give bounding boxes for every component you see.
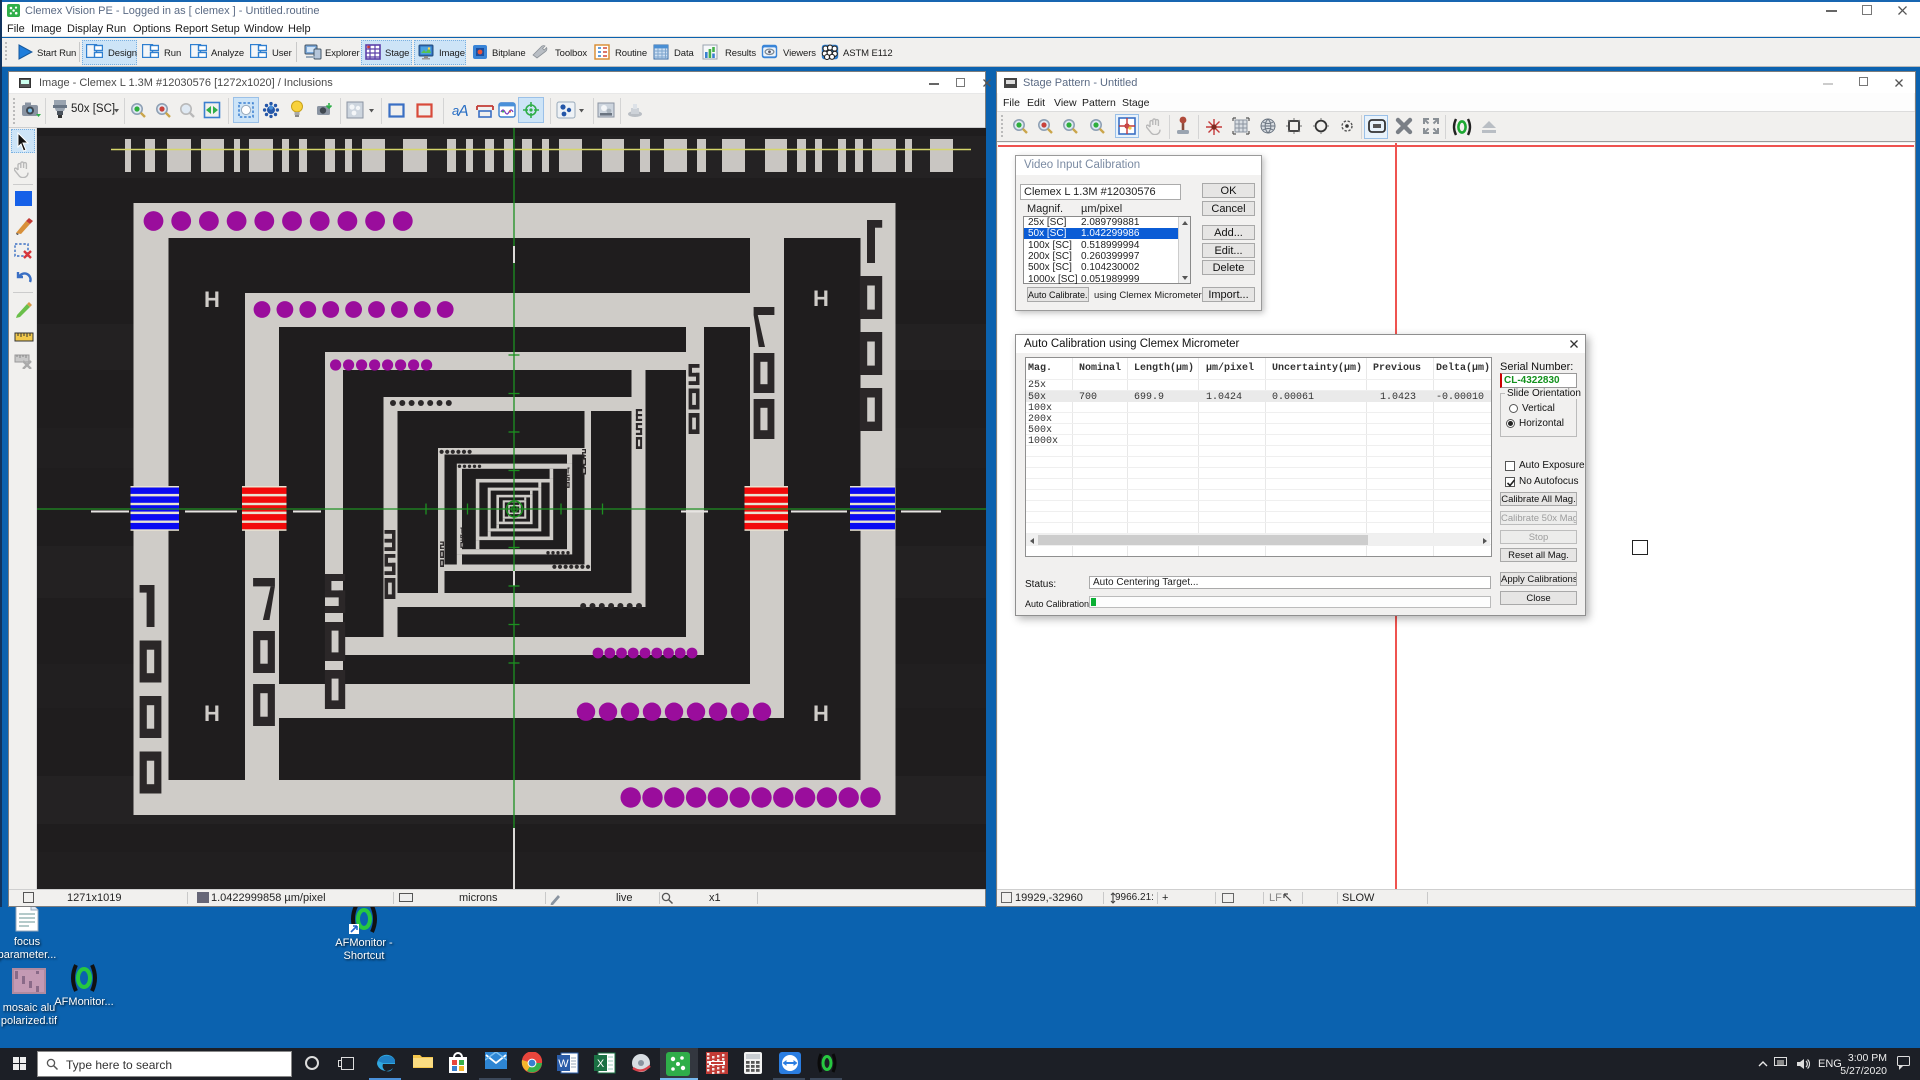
- svg-text:H: H: [204, 701, 220, 726]
- svg-text:H: H: [813, 701, 829, 726]
- svg-text:X: X: [597, 1058, 605, 1070]
- svg-text:W: W: [558, 1058, 569, 1070]
- svg-text:H: H: [204, 287, 220, 312]
- svg-text:H: H: [813, 286, 829, 311]
- svg-text:A: A: [457, 103, 468, 118]
